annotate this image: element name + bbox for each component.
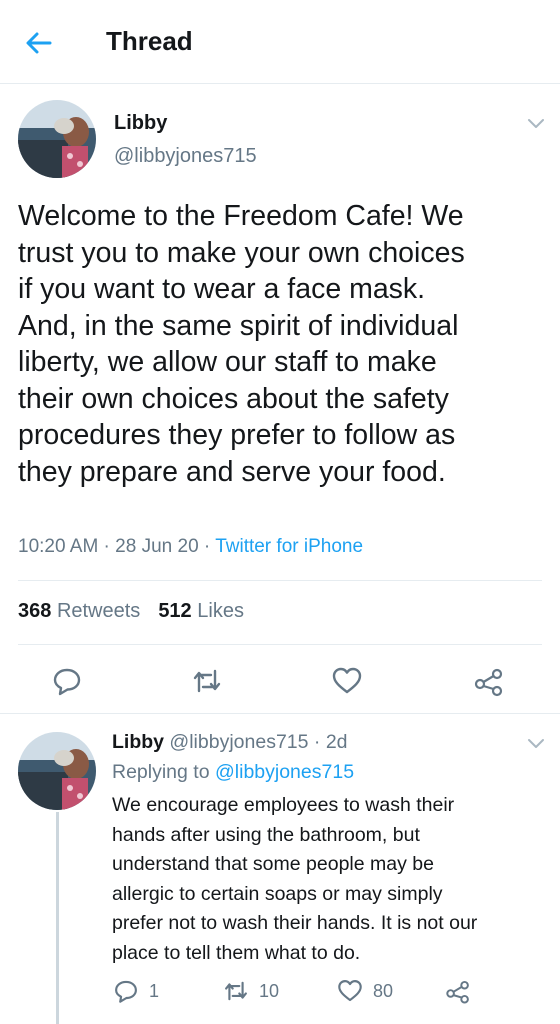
divider: [18, 644, 542, 645]
like-count: 80: [373, 980, 394, 1001]
reply-author-handle[interactable]: @libbyjones715: [169, 731, 308, 753]
author-name[interactable]: Libby: [114, 112, 167, 135]
like-button[interactable]: 80: [336, 976, 393, 1006]
reply-age: · 2d: [308, 731, 348, 753]
meta-separator: ·: [98, 536, 116, 557]
share-icon: [446, 980, 469, 1004]
retweet-icon: [225, 981, 247, 1001]
share-button[interactable]: [444, 976, 481, 1006]
tweet-meta: 10:20 AM · 28 Jun 20 · Twitter for iPhon…: [18, 536, 363, 558]
divider: [0, 713, 560, 714]
likes-label: Likes: [197, 600, 244, 622]
author-handle[interactable]: @libbyjones715: [114, 145, 257, 168]
likes-stat[interactable]: 512 Likes: [158, 600, 244, 622]
tweet-date: 28 Jun 20: [115, 536, 199, 557]
retweet-count: 10: [259, 980, 280, 1001]
likes-count: 512: [158, 600, 192, 622]
reply-text: We encourage employees to wash their han…: [112, 794, 478, 964]
reply-header: Libby @libbyjones715 · 2d: [112, 731, 348, 754]
avatar[interactable]: [18, 732, 96, 810]
replying-to-link[interactable]: @libbyjones715: [215, 761, 354, 783]
retweets-label: Retweets: [56, 600, 141, 622]
tweet-text: Welcome to the Freedom Cafe! We trust yo…: [18, 200, 465, 488]
heart-icon[interactable]: [330, 664, 364, 698]
reply-author-name[interactable]: Libby: [112, 731, 164, 753]
comment-icon: [115, 980, 137, 1003]
share-icon[interactable]: [472, 664, 506, 698]
tweet-time: 10:20 AM: [18, 536, 99, 557]
retweet-icon[interactable]: [190, 664, 224, 698]
back-arrow-icon[interactable]: [22, 26, 56, 60]
divider: [18, 580, 542, 581]
retweets-count: 368: [18, 600, 52, 622]
avatar[interactable]: [18, 100, 96, 178]
top-bar: Thread: [0, 0, 560, 84]
retweets-stat[interactable]: 368 Retweets: [18, 600, 140, 622]
reply-button[interactable]: 1: [112, 976, 159, 1006]
reply-icon[interactable]: [50, 664, 84, 698]
meta-separator: ·: [198, 536, 216, 557]
heart-icon: [338, 980, 362, 1002]
reply-count: 1: [149, 980, 160, 1001]
chevron-down-icon[interactable]: [526, 736, 546, 750]
page-title: Thread: [106, 26, 193, 56]
thread-line: [56, 812, 59, 1024]
tweet-source-link[interactable]: Twitter for iPhone: [215, 536, 363, 557]
replying-prefix: Replying to: [112, 761, 215, 783]
engagement-stats: 368 Retweets 512 Likes: [18, 600, 244, 623]
chevron-down-icon[interactable]: [526, 116, 546, 130]
retweet-button[interactable]: 10: [222, 976, 279, 1006]
replying-to: Replying to @libbyjones715: [112, 761, 354, 784]
